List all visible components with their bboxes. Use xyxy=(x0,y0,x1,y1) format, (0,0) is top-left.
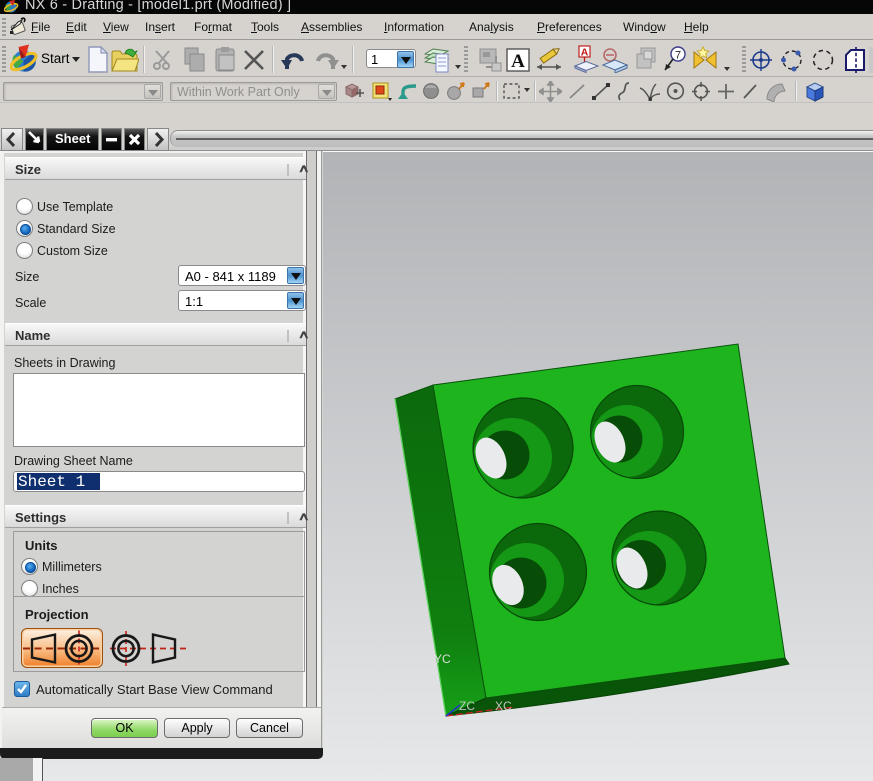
svg-text:A: A xyxy=(511,51,525,72)
svg-text:ZC: ZC xyxy=(459,699,475,713)
svg-text:A: A xyxy=(581,47,589,59)
svg-text:7: 7 xyxy=(675,50,681,62)
svg-text:YC: YC xyxy=(434,652,451,666)
svg-text:XC: XC xyxy=(495,699,512,713)
